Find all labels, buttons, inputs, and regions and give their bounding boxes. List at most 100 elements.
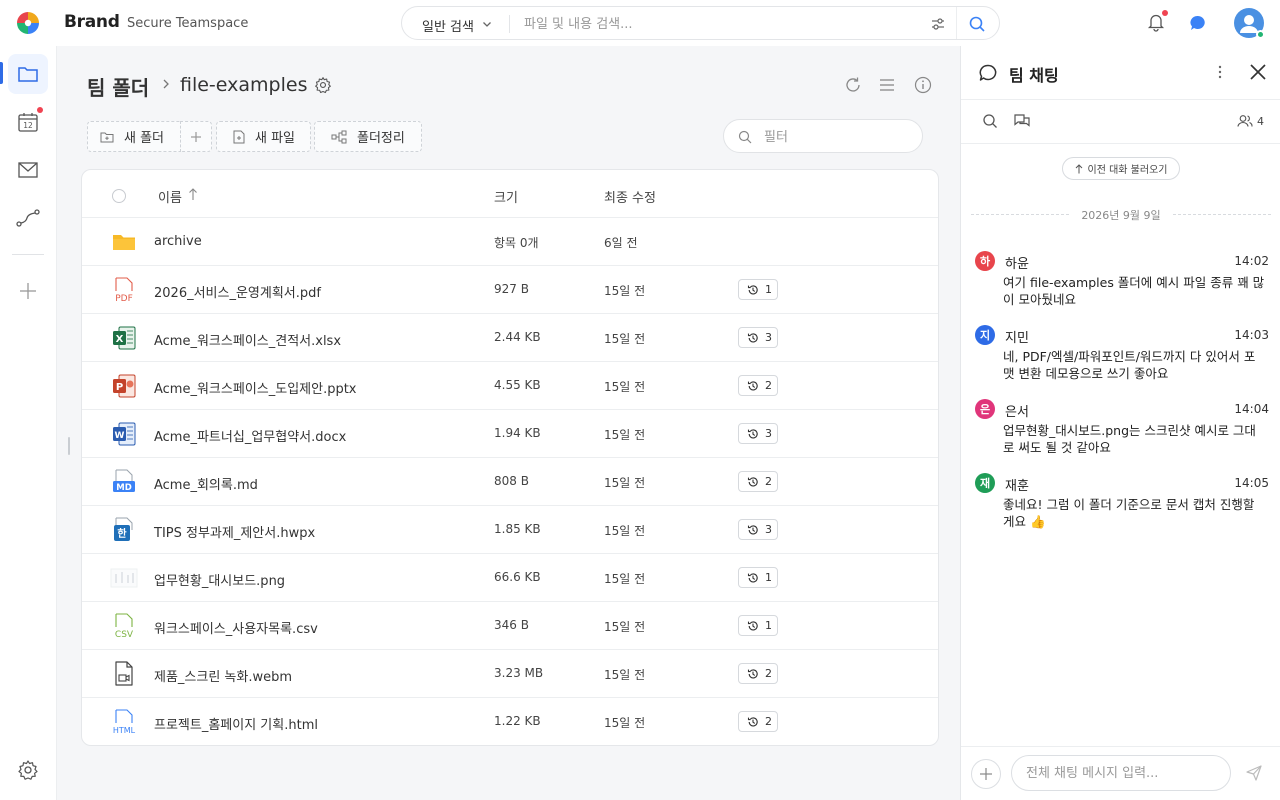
file-name[interactable]: Acme_워크스페이스_견적서.xlsx bbox=[154, 330, 341, 349]
file-modified: 15일 전 bbox=[604, 380, 646, 394]
brand-logo-icon[interactable] bbox=[16, 11, 40, 35]
version-count: 1 bbox=[765, 571, 772, 584]
version-history-button[interactable]: 1 bbox=[738, 567, 778, 588]
info-icon[interactable] bbox=[914, 76, 932, 94]
send-icon[interactable] bbox=[1245, 764, 1263, 782]
file-name[interactable]: Acme_파트너십_업무협약서.docx bbox=[154, 426, 346, 445]
sender-avatar[interactable]: 은 bbox=[975, 399, 995, 419]
divider bbox=[956, 7, 957, 39]
version-history-button[interactable]: 2 bbox=[738, 663, 778, 684]
chat-search-icon[interactable] bbox=[982, 113, 998, 129]
table-row[interactable]: P Acme_워크스페이스_도입제안.pptx 4.55 KB 15일 전 2 bbox=[82, 362, 938, 410]
select-all-checkbox[interactable] bbox=[112, 189, 126, 203]
message-time: 14:04 bbox=[1234, 402, 1269, 416]
file-name[interactable]: 2026_서비스_운영계획서.pdf bbox=[154, 282, 321, 301]
date-divider: 2026년 9월 9일 bbox=[1081, 209, 1161, 222]
svg-text:PDF: PDF bbox=[115, 294, 133, 304]
version-history-button[interactable]: 2 bbox=[738, 711, 778, 732]
brand-name[interactable]: Brand bbox=[64, 12, 120, 32]
message-text: 업무현황_대시보드.png는 스크린샷 예시로 그대로 써도 될 것 같아요 bbox=[1003, 423, 1256, 455]
sender-avatar[interactable]: 하 bbox=[975, 251, 995, 271]
nav-files-button[interactable] bbox=[8, 54, 48, 94]
table-row[interactable]: 한 TIPS 정부과제_제안서.hwpx 1.85 KB 15일 전 3 bbox=[82, 506, 938, 554]
table-row[interactable]: archive 항목 0개 6일 전 bbox=[82, 218, 938, 266]
gear-icon bbox=[18, 760, 38, 780]
chat-message-input[interactable] bbox=[1011, 755, 1231, 791]
version-history-button[interactable]: 2 bbox=[738, 471, 778, 492]
panel-resize-handle[interactable] bbox=[68, 437, 70, 455]
chat-threads-icon[interactable] bbox=[1013, 113, 1031, 129]
nav-workflow-button[interactable] bbox=[8, 198, 48, 238]
attach-button[interactable] bbox=[971, 759, 1001, 789]
list-view-icon[interactable] bbox=[879, 77, 895, 93]
version-history-icon bbox=[747, 524, 758, 534]
sort-ascending-icon[interactable] bbox=[188, 187, 198, 201]
sender-name[interactable]: 은서 bbox=[1005, 401, 1029, 420]
nav-add-button[interactable] bbox=[8, 271, 48, 311]
image-thumbnail-icon bbox=[110, 564, 138, 592]
table-header: 이름 크기 최종 수정 bbox=[82, 170, 938, 218]
new-folder-button[interactable]: 새 폴더 bbox=[87, 121, 181, 152]
new-folder-more-button[interactable] bbox=[180, 121, 212, 152]
online-status-dot bbox=[1256, 30, 1265, 39]
svg-text:한: 한 bbox=[117, 528, 127, 540]
table-row[interactable]: CSV 워크스페이스_사용자목록.csv 346 B 15일 전 1 bbox=[82, 602, 938, 650]
version-history-button[interactable]: 3 bbox=[738, 327, 778, 348]
sender-avatar[interactable]: 재 bbox=[975, 473, 995, 493]
sender-name[interactable]: 하윤 bbox=[1005, 253, 1029, 272]
chevron-down-icon[interactable] bbox=[482, 19, 492, 29]
breadcrumb-root[interactable]: 팀 폴더 bbox=[87, 72, 149, 101]
column-header-modified[interactable]: 최종 수정 bbox=[604, 187, 656, 206]
version-count: 2 bbox=[765, 715, 772, 728]
search-options-icon[interactable] bbox=[930, 16, 946, 32]
load-previous-button[interactable]: 이전 대화 불러오기 bbox=[1062, 157, 1180, 180]
version-history-button[interactable]: 3 bbox=[738, 519, 778, 540]
nav-mail-button[interactable] bbox=[8, 150, 48, 190]
sender-avatar[interactable]: 지 bbox=[975, 325, 995, 345]
version-history-button[interactable]: 1 bbox=[738, 279, 778, 300]
search-input[interactable] bbox=[524, 15, 904, 33]
file-name[interactable]: archive bbox=[154, 234, 202, 249]
file-name[interactable]: TIPS 정부과제_제안서.hwpx bbox=[154, 522, 315, 541]
version-count: 2 bbox=[765, 379, 772, 392]
table-row[interactable]: 업무현황_대시보드.png 66.6 KB 15일 전 1 bbox=[82, 554, 938, 602]
table-row[interactable]: X Acme_워크스페이스_견적서.xlsx 2.44 KB 15일 전 3 bbox=[82, 314, 938, 362]
table-row[interactable]: PDF 2026_서비스_운영계획서.pdf 927 B 15일 전 1 bbox=[82, 266, 938, 314]
file-name[interactable]: 업무현황_대시보드.png bbox=[154, 570, 285, 589]
message-time: 14:03 bbox=[1234, 328, 1269, 342]
close-icon[interactable] bbox=[1248, 62, 1268, 82]
new-file-button[interactable]: 새 파일 bbox=[216, 121, 311, 152]
file-name[interactable]: 제품_스크린 녹화.webm bbox=[154, 666, 292, 685]
chat-members-button[interactable]: 4 bbox=[1237, 114, 1264, 128]
file-name[interactable]: Acme_회의록.md bbox=[154, 474, 258, 493]
file-name[interactable]: Acme_워크스페이스_도입제안.pptx bbox=[154, 378, 357, 397]
search-type-select[interactable]: 일반 검색 bbox=[422, 16, 474, 35]
refresh-icon[interactable] bbox=[844, 76, 862, 94]
search-icon[interactable] bbox=[968, 15, 986, 33]
version-history-icon bbox=[747, 428, 758, 438]
table-row[interactable]: W Acme_파트너십_업무협약서.docx 1.94 KB 15일 전 3 bbox=[82, 410, 938, 458]
more-vertical-icon[interactable] bbox=[1217, 64, 1223, 80]
filter-input[interactable] bbox=[764, 128, 904, 146]
folder-settings-icon[interactable] bbox=[314, 76, 332, 94]
column-header-size[interactable]: 크기 bbox=[494, 187, 518, 206]
table-row[interactable]: HTML 프로젝트_홈페이지 기획.html 1.22 KB 15일 전 2 bbox=[82, 698, 938, 745]
version-history-button[interactable]: 3 bbox=[738, 423, 778, 444]
active-indicator bbox=[0, 62, 3, 84]
folder-plus-icon bbox=[100, 132, 114, 142]
version-history-button[interactable]: 2 bbox=[738, 375, 778, 396]
nav-settings-button[interactable] bbox=[8, 750, 48, 790]
table-row[interactable]: 제품_스크린 녹화.webm 3.23 MB 15일 전 2 bbox=[82, 650, 938, 698]
message-text: 네, PDF/엑셀/파워포인트/워드까지 다 있어서 포맷 변환 데모용으로 쓰… bbox=[1003, 349, 1256, 381]
file-name[interactable]: 워크스페이스_사용자목록.csv bbox=[154, 618, 318, 637]
sender-name[interactable]: 지민 bbox=[1005, 327, 1029, 346]
organize-folder-button[interactable]: 폴더정리 bbox=[314, 121, 422, 152]
chat-bubble-icon[interactable] bbox=[1189, 14, 1207, 32]
version-history-button[interactable]: 1 bbox=[738, 615, 778, 636]
version-history-icon bbox=[747, 284, 758, 294]
file-name[interactable]: 프로젝트_홈페이지 기획.html bbox=[154, 714, 318, 733]
column-header-name[interactable]: 이름 bbox=[158, 187, 182, 206]
table-row[interactable]: MD Acme_회의록.md 808 B 15일 전 2 bbox=[82, 458, 938, 506]
file-size: 808 B bbox=[494, 474, 529, 488]
sender-name[interactable]: 재훈 bbox=[1005, 475, 1029, 494]
